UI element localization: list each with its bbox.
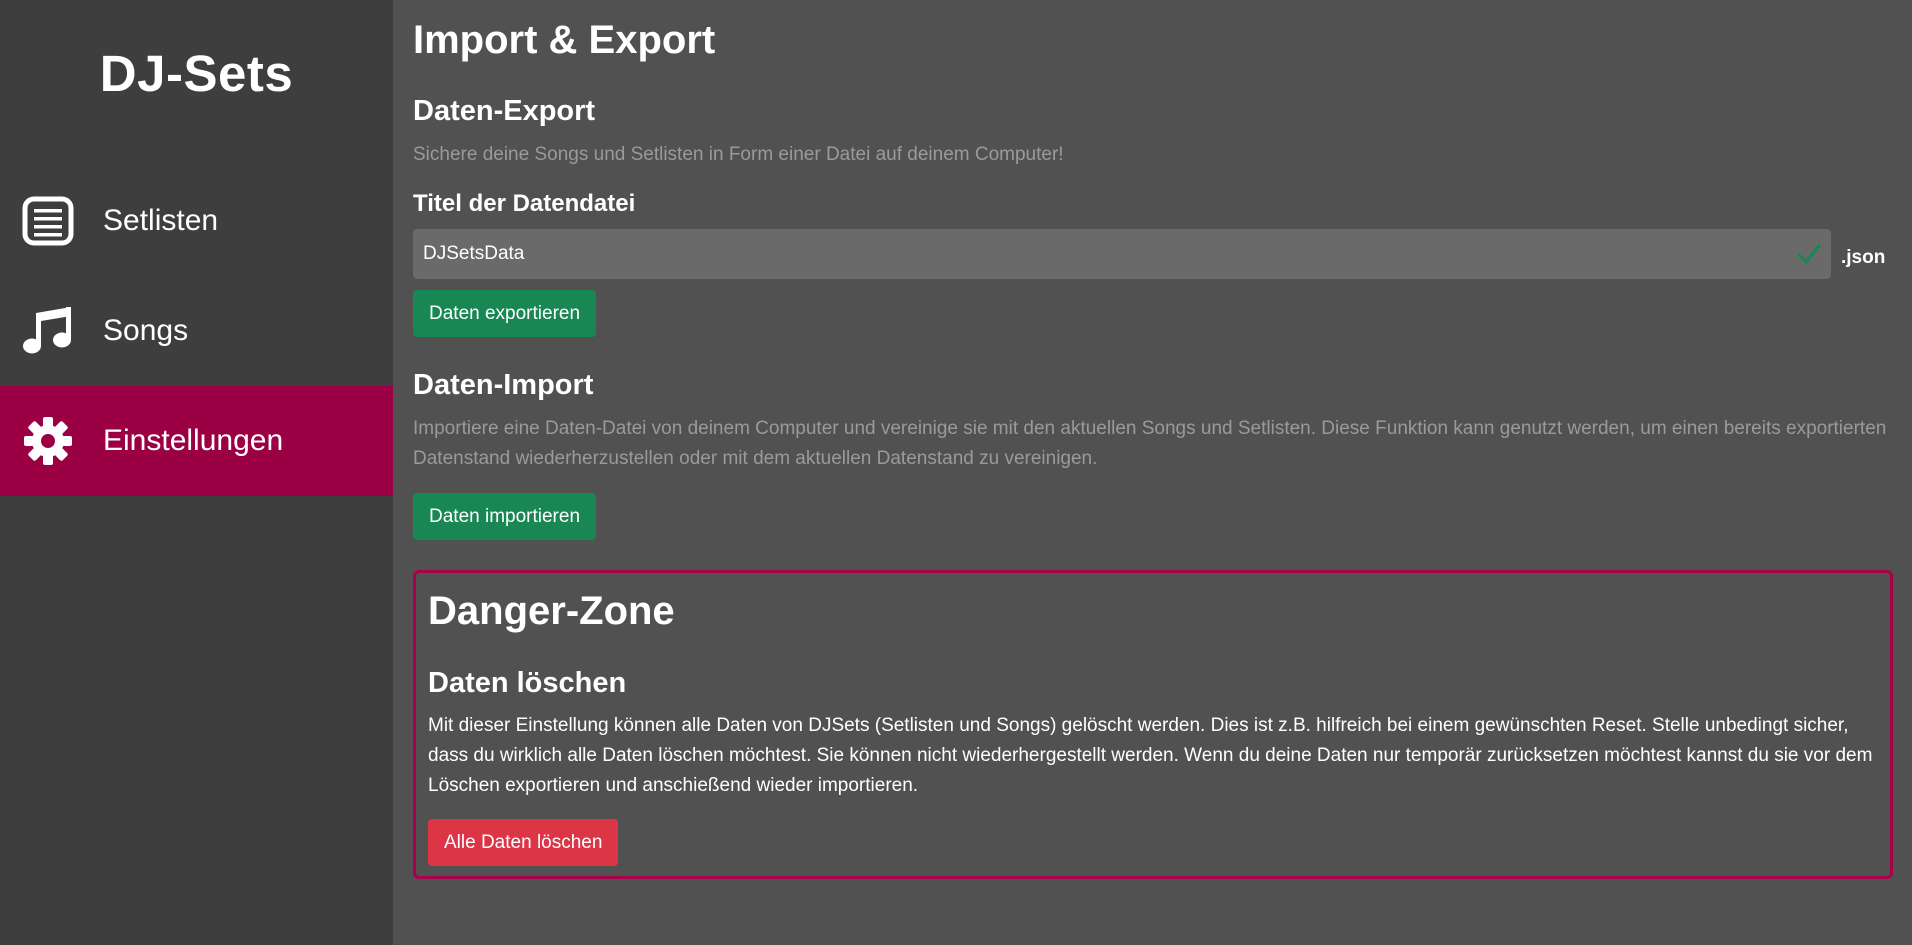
check-icon — [1797, 242, 1821, 266]
sidebar-item-songs[interactable]: Songs — [0, 276, 393, 386]
music-note-icon — [20, 303, 76, 359]
delete-data-description: Mit dieser Einstellung können alle Daten… — [428, 715, 1873, 796]
sidebar-item-label: Songs — [103, 314, 189, 347]
sidebar-item-setlisten[interactable]: Setlisten — [0, 166, 393, 276]
import-button[interactable]: Daten importieren — [413, 493, 597, 540]
delete-data-heading: Daten löschen — [428, 667, 627, 699]
sidebar-item-einstellungen[interactable]: Einstellungen — [0, 386, 393, 496]
main-content: Import & Export Daten-Export Sichere dei… — [393, 0, 1912, 945]
danger-zone: Danger-Zone Daten löschen Mit dieser Ein… — [413, 570, 1893, 879]
app-brand: DJ-Sets — [99, 45, 294, 102]
filename-input[interactable] — [413, 229, 1831, 279]
import-heading: Daten-Import — [413, 369, 594, 401]
export-description: Sichere deine Songs und Setlisten in For… — [413, 144, 1064, 165]
danger-zone-title: Danger-Zone — [428, 589, 675, 633]
import-description: Importiere eine Daten-Datei von deinem C… — [413, 418, 1887, 469]
gear-icon — [20, 413, 76, 469]
list-icon — [20, 193, 76, 249]
sidebar-item-label: Setlisten — [103, 204, 219, 237]
delete-all-data-button[interactable]: Alle Daten löschen — [428, 819, 619, 866]
filename-label: Titel der Datendatei — [413, 190, 636, 217]
file-extension-label: .json — [1841, 247, 1886, 268]
filename-field-wrapper — [413, 229, 1831, 279]
sidebar-item-label: Einstellungen — [103, 424, 284, 457]
export-button[interactable]: Daten exportieren — [413, 290, 597, 337]
export-heading: Daten-Export — [413, 95, 596, 127]
sidebar: DJ-Sets Setlisten Songs Einstellungen — [0, 0, 393, 945]
page-title: Import & Export — [413, 18, 716, 62]
